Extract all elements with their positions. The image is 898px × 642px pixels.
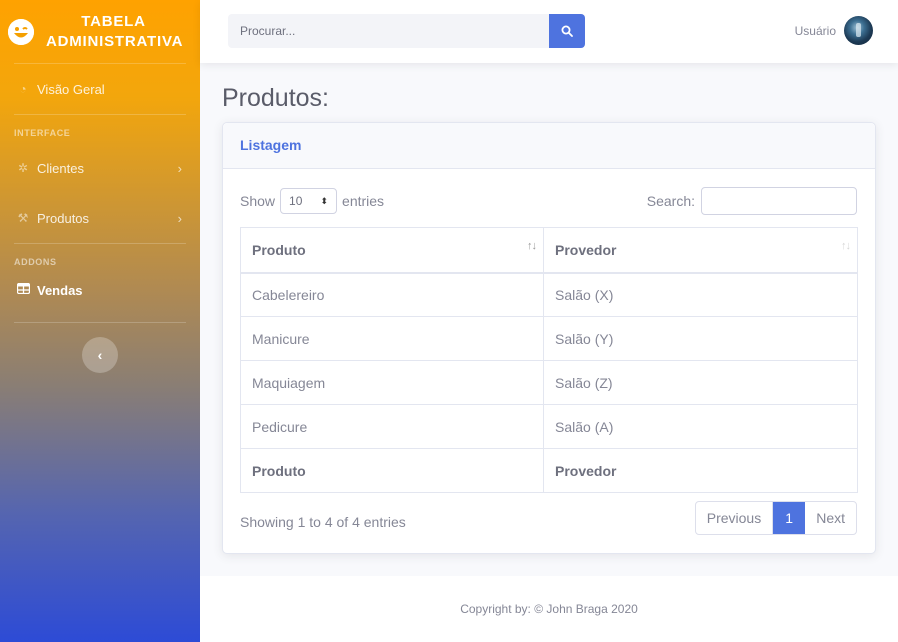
products-table: Produto ↑↓ Provedor ↑↓ Cabelereiro Salão… <box>240 227 858 493</box>
table-filter: Search: <box>647 187 857 215</box>
column-header-produto[interactable]: Produto ↑↓ <box>240 227 544 274</box>
cell-produto: Pedicure <box>240 404 544 449</box>
pagination: Previous 1 Next <box>694 501 857 535</box>
show-label: Show <box>240 193 276 209</box>
table-search-input[interactable] <box>701 187 857 215</box>
table-footer-row: Produto Provedor <box>240 448 858 493</box>
search-input[interactable] <box>228 14 549 48</box>
topbar: Usuário <box>200 0 898 63</box>
entries-label: entries <box>342 193 385 209</box>
sidebar-item-overview[interactable]: ◔ Visão Geral <box>0 64 200 114</box>
page-title: Produtos: <box>222 84 330 112</box>
cell-provedor: Salão (X) <box>543 272 858 317</box>
length-control: Show 10 ⬍ entries <box>240 187 384 215</box>
chevron-right-icon: › <box>177 160 182 176</box>
sidebar-item-vendas[interactable]: Vendas <box>0 272 200 308</box>
table-row: Cabelereiro Salão (X) <box>240 272 858 317</box>
brand-title-line1: TABELA <box>81 12 146 30</box>
table-icon <box>16 282 30 297</box>
entries-select[interactable]: 10 ⬍ <box>280 188 338 214</box>
footer: Copyright by: © John Braga 2020 <box>200 576 898 642</box>
sidebar-item-label: Vendas <box>37 282 83 298</box>
sort-icon: ↑↓ <box>841 240 851 252</box>
pagination-next-button[interactable]: Next <box>805 502 856 534</box>
tachometer-icon: ◔ <box>19 82 27 96</box>
table-row: Pedicure Salão (A) <box>240 404 858 449</box>
sidebar-item-produtos[interactable]: ⚒ Produtos › <box>0 193 200 243</box>
avatar <box>844 16 873 45</box>
pagination-page-1[interactable]: 1 <box>773 502 806 534</box>
footer-column-produto: Produto <box>240 448 544 493</box>
copyright-text: Copyright by: © John Braga 2020 <box>460 602 638 616</box>
column-header-provedor[interactable]: Provedor ↑↓ <box>543 227 858 274</box>
footer-column-provedor: Provedor <box>543 448 858 493</box>
sort-icon: ↑↓ <box>527 240 537 252</box>
card-title: Listagem <box>223 123 875 169</box>
entries-select-value: 10 <box>289 194 303 208</box>
sidebar-heading-interface: INTERFACE <box>14 128 71 138</box>
cell-provedor: Salão (Y) <box>543 316 858 361</box>
cell-produto: Maquiagem <box>240 360 544 405</box>
datatable-controls: Show 10 ⬍ entries Search: <box>240 187 857 215</box>
sidebar-brand[interactable]: TABELA ADMINISTRATIVA <box>0 0 200 63</box>
search-group <box>228 14 585 48</box>
cell-produto: Cabelereiro <box>240 272 544 317</box>
table-header-row: Produto ↑↓ Provedor ↑↓ <box>240 227 858 274</box>
sidebar-item-label: Produtos <box>37 210 90 226</box>
table-row: Maquiagem Salão (Z) <box>240 360 858 405</box>
cell-provedor: Salão (Z) <box>543 360 858 405</box>
table-row: Manicure Salão (Y) <box>240 316 858 361</box>
wrench-icon: ⚒ <box>17 211 29 225</box>
sidebar-heading-addons: ADDONS <box>14 257 57 267</box>
brand-title-line2: ADMINISTRATIVA <box>46 32 184 50</box>
search-button[interactable] <box>549 14 585 48</box>
user-menu[interactable]: Usuário <box>795 16 873 45</box>
sidebar-item-label: Clientes <box>37 160 84 176</box>
search-icon <box>561 25 573 37</box>
products-card: Listagem Show 10 ⬍ entries Search: Produ… <box>222 122 876 554</box>
user-name: Usuário <box>794 23 836 38</box>
sidebar-item-label: Visão Geral <box>37 81 105 97</box>
column-header-label: Provedor <box>555 241 617 258</box>
sidebar: TABELA ADMINISTRATIVA ◔ Visão Geral INTE… <box>0 0 200 642</box>
chevron-right-icon: › <box>177 210 182 226</box>
laugh-wink-icon <box>8 18 34 45</box>
cell-produto: Manicure <box>240 316 544 361</box>
chevron-left-icon: ‹ <box>97 347 103 363</box>
sidebar-item-clientes[interactable]: ✲ Clientes › <box>0 143 200 193</box>
sort-updown-icon: ⬍ <box>320 195 329 206</box>
cell-provedor: Salão (A) <box>543 404 858 449</box>
cog-icon: ✲ <box>17 161 29 175</box>
column-header-label: Produto <box>252 241 306 258</box>
pagination-previous-button[interactable]: Previous <box>696 502 774 534</box>
sidebar-divider <box>14 322 186 323</box>
search-label: Search: <box>646 193 695 209</box>
table-info: Showing 1 to 4 of 4 entries <box>240 514 406 530</box>
sidebar-toggle-button[interactable]: ‹ <box>82 337 118 373</box>
